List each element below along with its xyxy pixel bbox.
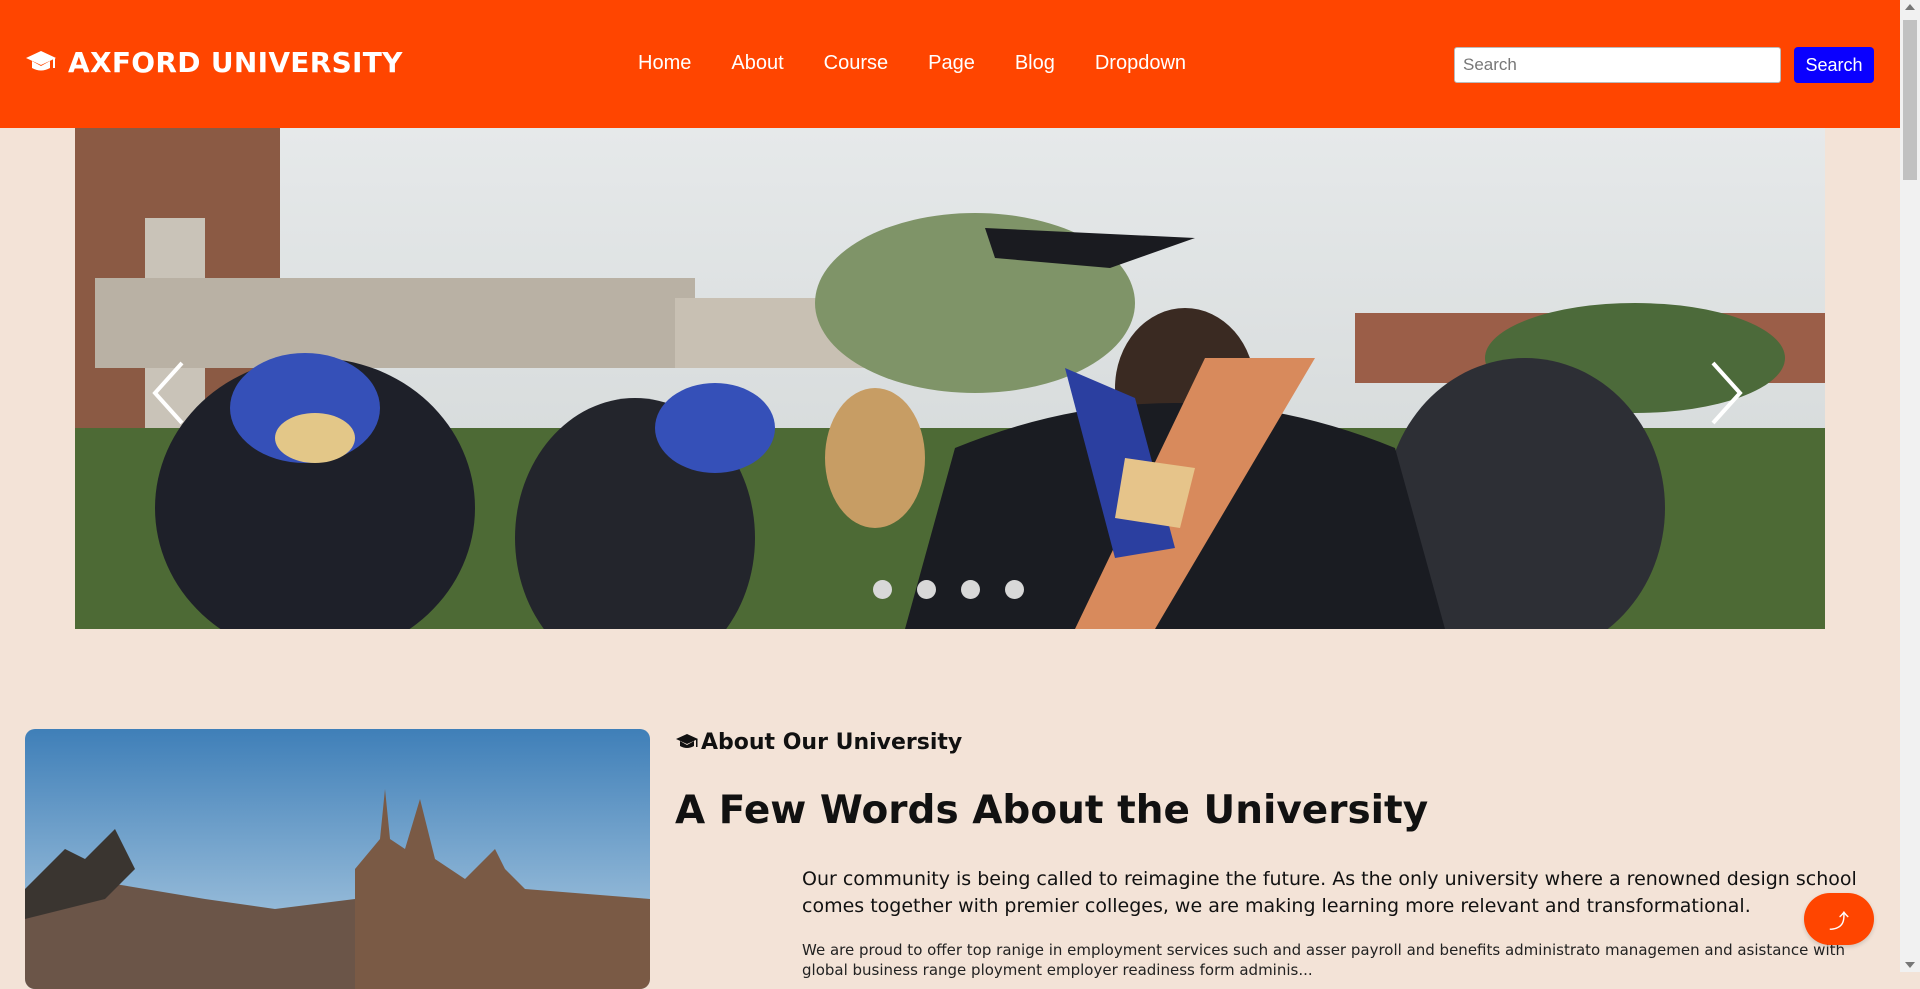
page-scrollbar[interactable] (1900, 0, 1920, 972)
about-title: A Few Words About the University (675, 788, 1429, 833)
hero-slide-image (75, 128, 1825, 629)
main-nav: Home About Course Page Blog Dropdown (638, 52, 1226, 75)
nav-home-link[interactable]: Home (638, 52, 691, 75)
slider-dot-1[interactable] (873, 580, 892, 599)
floating-action-button[interactable]: ⤴ (1804, 893, 1874, 945)
nav-about-link[interactable]: About (731, 52, 783, 75)
graduation-cap-icon (26, 50, 56, 70)
search-button[interactable]: Search (1794, 47, 1874, 83)
about-lead-text: Our community is being called to reimagi… (802, 868, 1857, 917)
slider-dots (873, 580, 1049, 599)
scroll-thumb[interactable] (1903, 20, 1917, 180)
university-building-image (25, 729, 650, 989)
up-arrow-icon: ⤴ (1829, 910, 1849, 933)
nav-course-link[interactable]: Course (824, 52, 888, 75)
slider-dot-4[interactable] (1005, 580, 1024, 599)
brand-logo[interactable]: AXFORD UNIVERSITY (25, 46, 403, 79)
slider-dot-3[interactable] (961, 580, 980, 599)
hero-slider (75, 128, 1825, 629)
scroll-down-arrow-icon[interactable] (1905, 962, 1915, 968)
top-navbar: AXFORD UNIVERSITY Home About Course Page… (0, 0, 1900, 128)
scroll-up-arrow-icon[interactable] (1905, 4, 1915, 10)
slider-next-icon[interactable] (1705, 358, 1745, 428)
about-tag-label: About Our University (701, 730, 963, 755)
slider-prev-icon[interactable] (150, 358, 190, 428)
about-section-tag: About Our University (675, 730, 962, 755)
graduation-cap-icon (676, 733, 698, 748)
nav-dropdown-link[interactable]: Dropdown (1095, 52, 1186, 75)
slider-dot-2[interactable] (917, 580, 936, 599)
search-input[interactable] (1454, 47, 1781, 83)
about-body-text: We are proud to offer top ranige in empl… (802, 941, 1845, 979)
nav-blog-link[interactable]: Blog (1015, 52, 1055, 75)
nav-page-link[interactable]: Page (928, 52, 975, 75)
brand-name: AXFORD UNIVERSITY (68, 46, 403, 79)
